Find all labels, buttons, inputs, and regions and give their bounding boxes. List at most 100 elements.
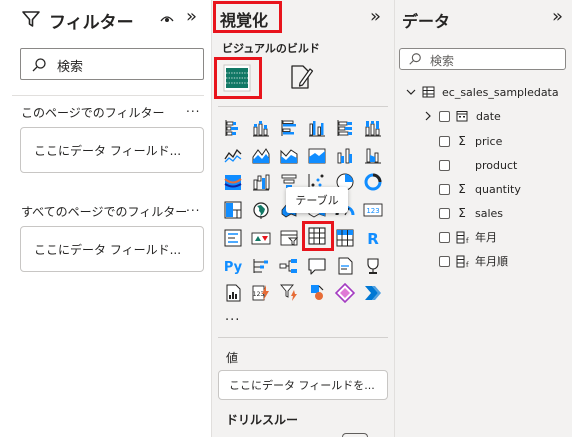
collapse-data-button[interactable]: » [552,6,563,27]
smart-narrative-icon[interactable] [335,256,355,276]
stacked-area-chart-icon[interactable] [279,145,299,165]
divider [218,337,388,338]
field-row[interactable]: product [439,155,517,175]
100-stacked-bar-chart-icon[interactable] [335,118,355,138]
data-title: データ [402,12,451,31]
divider [218,106,388,107]
paginated-report-icon[interactable] [223,283,243,303]
field-name: price [475,134,503,148]
filters-title: フィルター [49,13,134,33]
field-name: sales [475,206,504,220]
values-drop-well[interactable]: ここにデータ フィールドを... [218,370,388,400]
decomposition-tree-icon[interactable] [279,256,299,276]
filters-search-input[interactable]: 検索 [20,48,204,80]
line-chart-icon[interactable] [223,145,243,165]
line-and-clustered-column-icon[interactable] [335,145,355,165]
field-name: 年月 [475,231,497,244]
collapse-filters-button[interactable]: » [186,6,197,27]
stacked-bar-chart-icon[interactable] [223,118,243,138]
eye-icon[interactable] [160,14,174,24]
r-script-visual-icon[interactable]: R [363,228,383,248]
field-checkbox[interactable] [439,159,450,171]
drillthrough-label: ドリルスルー [226,413,299,427]
slicer-icon[interactable] [279,228,299,248]
filters-search-placeholder: 検索 [57,60,84,75]
svg-text:123: 123 [253,291,265,298]
qa-icon[interactable] [307,256,327,276]
key-influencers-icon[interactable] [251,256,271,276]
clustered-column-chart-icon[interactable] [307,118,327,138]
map-icon[interactable] [251,200,271,220]
visualizations-title: 視覚化 [220,11,269,30]
values-label: 値 [226,351,239,365]
multi-row-card-icon[interactable] [223,228,243,248]
data-search-input[interactable]: 検索 [399,48,566,70]
page-filters-more-button[interactable]: ... [186,101,200,115]
area-chart-icon[interactable] [251,145,271,165]
field-checkbox[interactable] [439,183,450,195]
data-search-placeholder: 検索 [430,54,455,68]
collapse-visualizations-button[interactable]: » [370,6,381,27]
field-checkbox[interactable] [439,110,450,122]
sigma-icon: Σ [458,134,466,148]
field-checkbox[interactable] [439,255,450,267]
field-name: quantity [475,182,521,196]
card-icon[interactable]: 123 [363,200,383,220]
search-icon [32,58,46,72]
svg-text:fx: fx [466,237,469,244]
all-pages-filters-heading: すべてのページでのフィルター [21,205,188,219]
more-visuals-button[interactable]: ... [225,309,240,324]
calculated-column-icon: fx [456,231,469,244]
table-tooltip: テーブル [286,187,348,213]
field-checkbox[interactable] [439,207,450,219]
shape-map-icon[interactable] [335,283,355,303]
all-pages-filters-drop-well[interactable]: ここにデータ フィールド... [20,226,204,272]
get-more-visuals-icon[interactable] [363,283,383,303]
kpi-icon[interactable] [251,228,271,248]
field-row[interactable]: date [424,106,501,126]
field-row[interactable]: fx 年月順 [439,251,508,271]
arcgis-map-icon[interactable] [307,283,327,303]
stacked-column-chart-icon[interactable] [251,118,271,138]
goals-icon[interactable] [363,256,383,276]
chevron-down-icon[interactable] [405,86,417,98]
table-item[interactable]: ec_sales_sampledata [405,82,559,102]
filters-pane: フィルター » 検索 このページでのフィルター ... ここにデータ フィールド… [0,0,212,437]
field-checkbox[interactable] [439,135,450,147]
chevron-right-icon[interactable] [424,110,432,122]
waterfall-chart-icon[interactable] [223,172,243,192]
treemap-icon[interactable] [223,200,243,220]
field-name: 年月順 [475,255,508,268]
power-apps-icon[interactable]: 123 [251,283,271,303]
100-stacked-column-chart-icon[interactable] [363,118,383,138]
clustered-bar-chart-icon[interactable] [279,118,299,138]
svg-text:123: 123 [366,207,379,215]
field-row[interactable]: Σ sales [439,203,503,223]
sigma-icon: Σ [458,206,466,220]
matrix-icon[interactable] [335,228,355,248]
page-filters-heading: このページでのフィルター [21,106,165,120]
calendar-icon [456,111,468,122]
drillthrough-toggle[interactable] [342,433,368,437]
power-automate-icon[interactable] [279,283,299,303]
table-icon[interactable] [307,226,327,246]
field-row[interactable]: fx 年月 [439,227,497,247]
ribbon-chart-icon[interactable] [363,145,383,165]
line-and-stacked-column-icon[interactable] [307,145,327,165]
build-visual-tab-icon[interactable] [222,63,252,93]
divider [12,95,204,96]
calculated-column-icon: fx [456,255,469,268]
funnel-chart-icon[interactable] [251,172,271,192]
all-pages-filters-more-button[interactable]: ... [186,200,200,214]
table-icon [422,86,435,98]
field-row[interactable]: Σ price [439,131,502,151]
sigma-icon: Σ [458,182,466,196]
format-visual-tab-icon[interactable] [288,63,314,91]
page-filters-drop-well[interactable]: ここにデータ フィールド... [20,127,204,173]
table-name: ec_sales_sampledata [442,85,559,99]
field-row[interactable]: Σ quantity [439,179,521,199]
svg-text:fx: fx [466,261,469,268]
treemap-icon[interactable] [363,172,383,192]
field-checkbox[interactable] [439,231,450,243]
python-visual-icon[interactable]: Py [223,256,243,276]
